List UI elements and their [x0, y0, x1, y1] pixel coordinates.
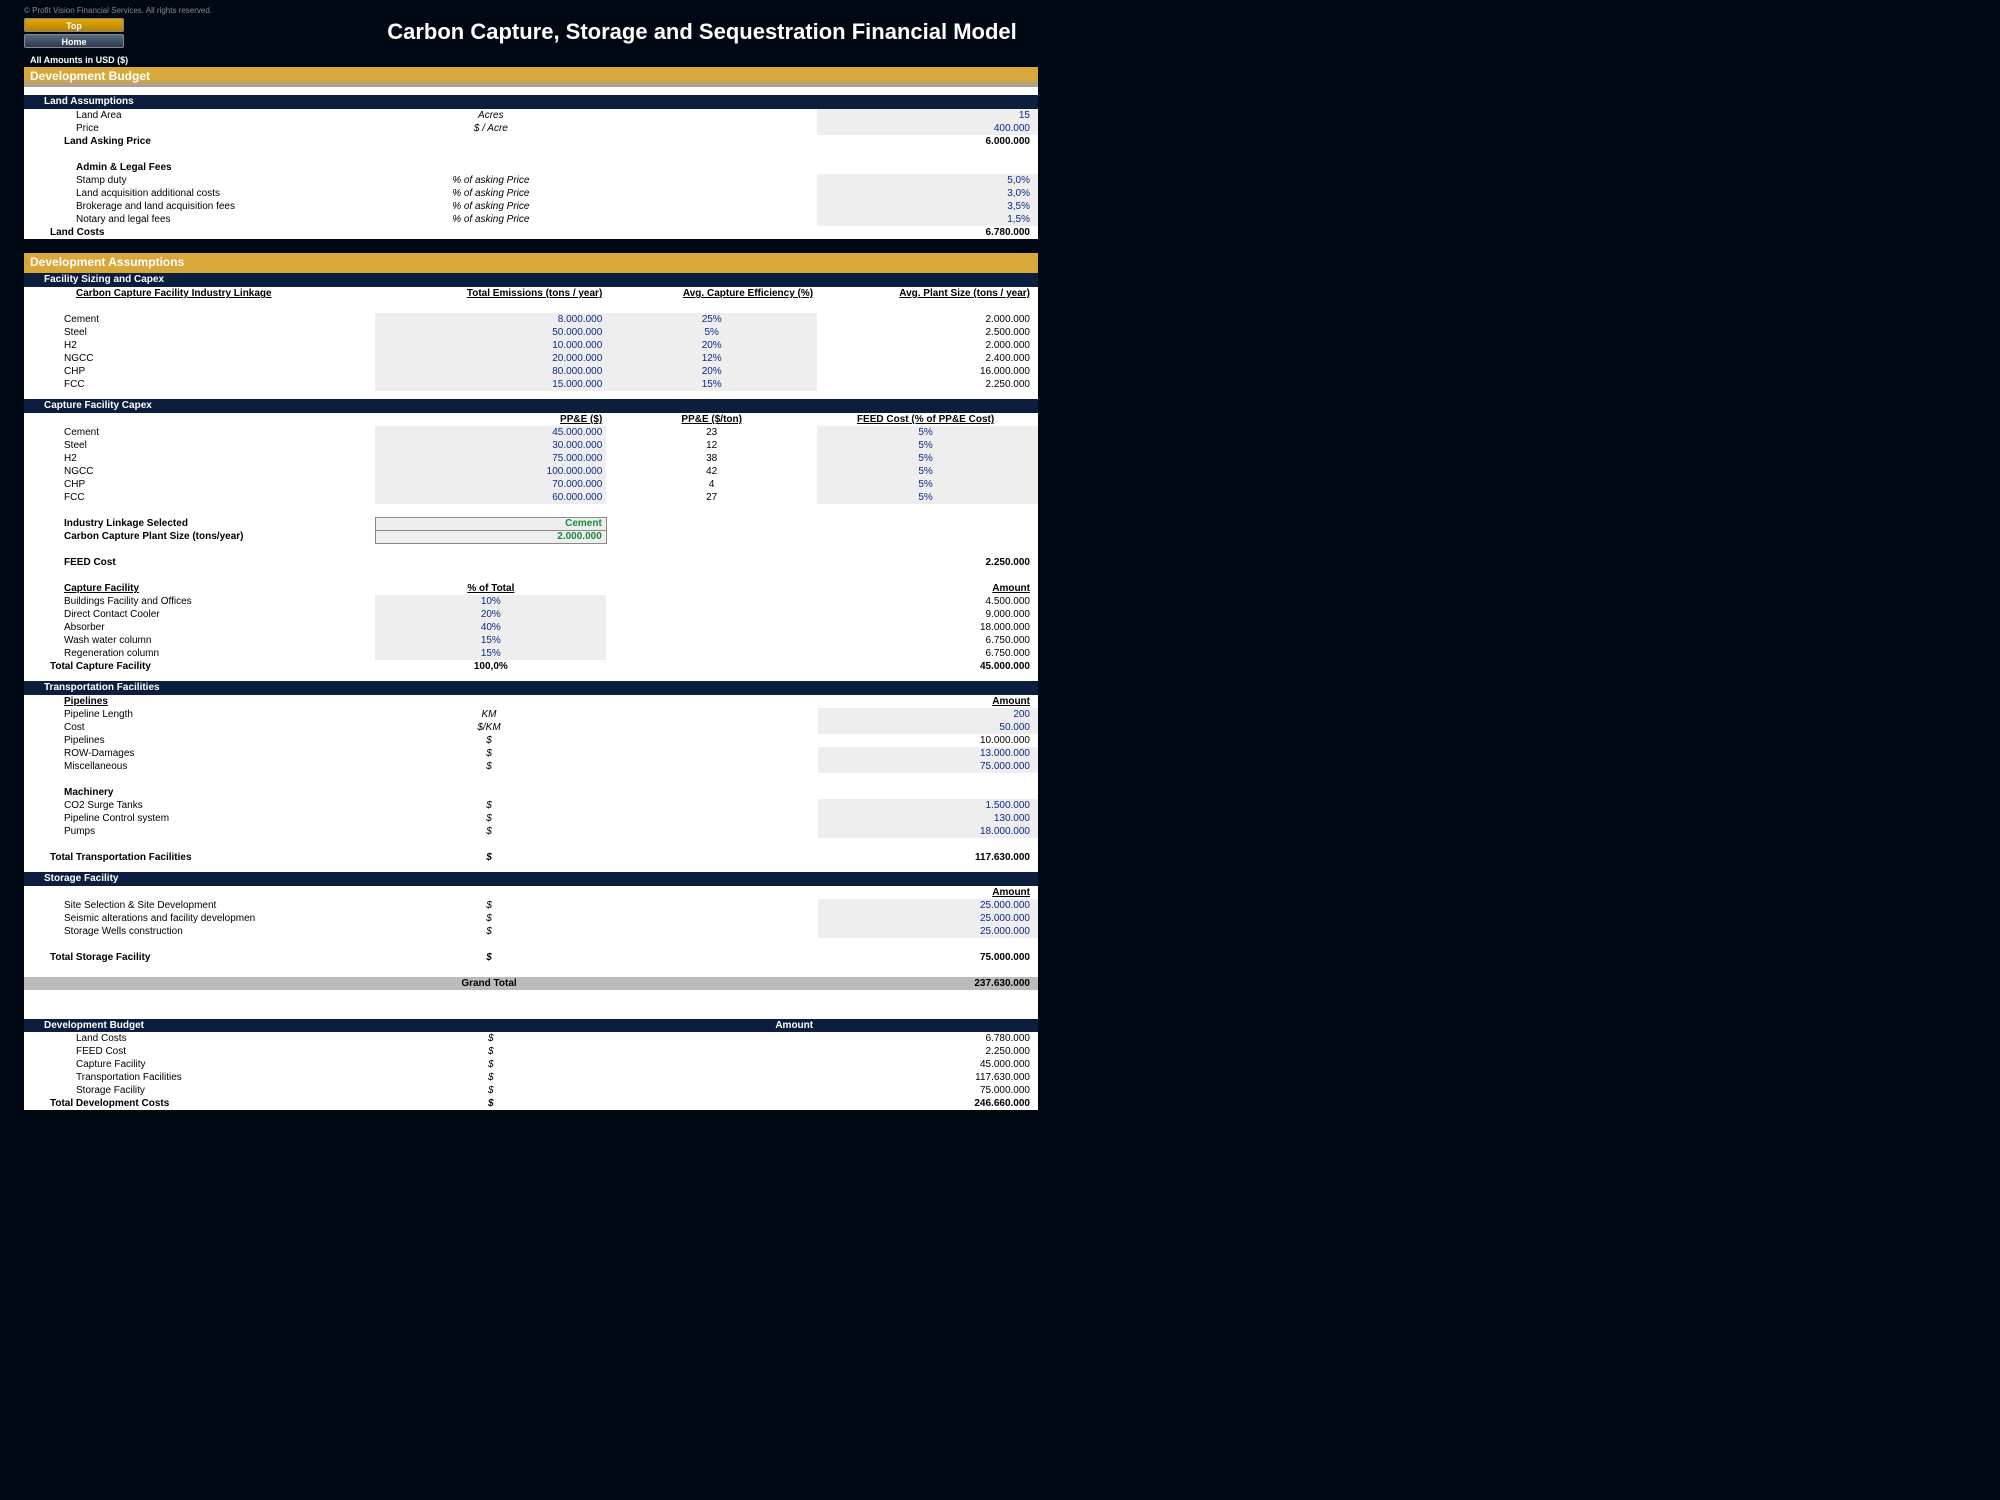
faint-text: [24, 996, 1038, 1019]
section-banner-dev-assumptions: Development Assumptions: [24, 253, 1038, 273]
home-button[interactable]: Home: [24, 34, 124, 48]
top-button[interactable]: Top: [24, 18, 124, 32]
subheader-facility-sizing: Facility Sizing and Capex: [24, 273, 1038, 287]
capex-table: PP&E ($)PP&E ($/ton)FEED Cost (% of PP&E…: [24, 413, 1038, 673]
land-table: Land AreaAcres15 Price$ / Acre400.000 La…: [24, 109, 1038, 239]
subheader-capex: Capture Facility Capex: [24, 399, 1038, 413]
transport-table: PipelinesAmount Pipeline LengthKM200 Cos…: [24, 695, 1038, 864]
subheader-transport: Transportation Facilities: [24, 681, 1038, 695]
sizing-table: Carbon Capture Facility Industry Linkage…: [24, 287, 1038, 391]
storage-table: Amount Site Selection & Site Development…: [24, 886, 1038, 990]
copyright-text: © Profit Vision Financial Services. All …: [0, 4, 1280, 17]
subheader-storage: Storage Facility: [24, 872, 1038, 886]
subheader-land-assumptions: Land Assumptions: [24, 95, 1038, 109]
section-banner-dev-budget: Development Budget: [24, 67, 1038, 87]
page-title: Carbon Capture, Storage and Sequestratio…: [124, 17, 1280, 53]
summary-table: Development BudgetAmount Land Costs$6.78…: [24, 1019, 1038, 1110]
currency-note: All Amounts in USD ($): [24, 53, 1038, 67]
